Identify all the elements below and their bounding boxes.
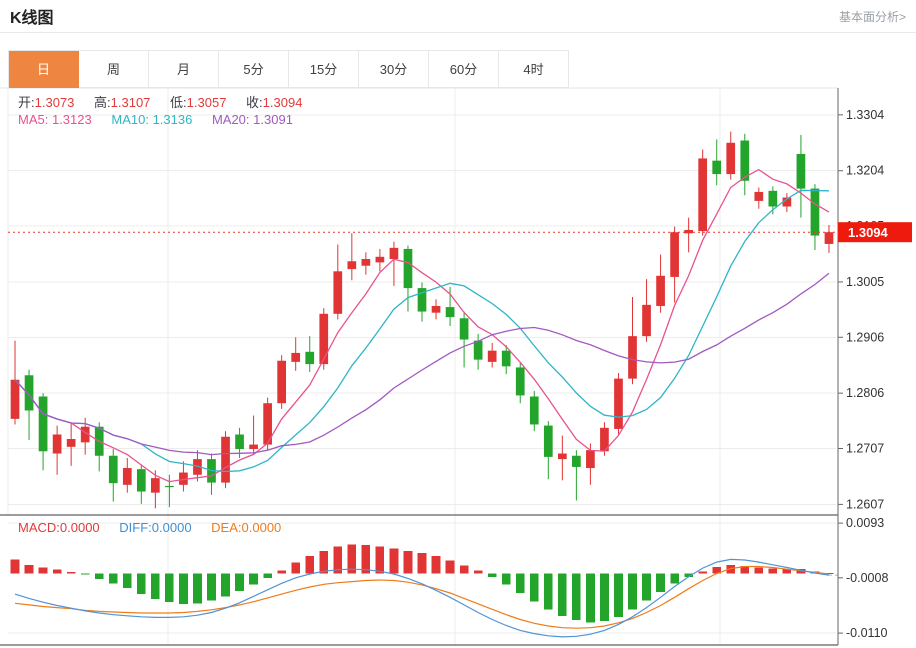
period-tab-3[interactable]: 5分: [219, 51, 289, 88]
period-tab-5[interactable]: 30分: [359, 51, 429, 88]
svg-text:1.2906: 1.2906: [846, 330, 884, 344]
svg-text:1.3204: 1.3204: [846, 164, 884, 178]
fundamental-analysis-link[interactable]: 基本面分析>: [839, 8, 906, 25]
period-tab-0[interactable]: 日: [9, 51, 79, 88]
macd-readout: MACD:0.0000 DIFF:0.0000 DEA:0.0000: [18, 520, 297, 535]
low-value: 1.3057: [187, 95, 227, 110]
svg-text:-0.0008: -0.0008: [846, 571, 888, 585]
period-tab-bar: 日周月5分15分30分60分4时: [8, 50, 569, 88]
current-price-badge-text: 1.3094: [848, 225, 889, 240]
ma10-value: 1.3136: [153, 112, 193, 127]
macd-label: MACD:: [18, 520, 60, 535]
period-tab-6[interactable]: 60分: [429, 51, 499, 88]
ma20-value: 1.3091: [253, 112, 293, 127]
close-label: 收:: [246, 95, 263, 110]
macd-value: 0.0000: [60, 520, 100, 535]
ma5-value: 1.3123: [52, 112, 92, 127]
svg-text:1.2607: 1.2607: [846, 497, 884, 511]
ma10-label: MA10:: [111, 112, 149, 127]
ma5-label: MA5:: [18, 112, 48, 127]
high-label: 高:: [94, 95, 111, 110]
svg-text:1.2707: 1.2707: [846, 441, 884, 455]
svg-text:1.2806: 1.2806: [846, 386, 884, 400]
ohlc-readout: 开:1.3073 高:1.3107 低:1.3057 收:1.3094: [18, 92, 318, 111]
close-value: 1.3094: [263, 95, 303, 110]
period-tab-7[interactable]: 4时: [499, 51, 569, 88]
open-value: 1.3073: [35, 95, 75, 110]
low-label: 低:: [170, 95, 187, 110]
period-tab-1[interactable]: 周: [79, 51, 149, 88]
kline-page: { "header": { "title": "K线图", "analysis_…: [0, 0, 916, 648]
dea-value: 0.0000: [242, 520, 282, 535]
period-tab-2[interactable]: 月: [149, 51, 219, 88]
open-label: 开:: [18, 95, 35, 110]
ma-readout: MA5: 1.3123 MA10: 1.3136 MA20: 1.3091: [18, 112, 309, 127]
period-tab-4[interactable]: 15分: [289, 51, 359, 88]
price-axis-labels: 1.33041.32041.31051.30051.29061.28061.27…: [838, 108, 888, 640]
svg-text:0.0093: 0.0093: [846, 516, 884, 530]
page-title: K线图: [10, 4, 54, 28]
high-value: 1.3107: [111, 95, 151, 110]
dea-label: DEA:: [211, 520, 241, 535]
candles-group: [11, 132, 834, 509]
diff-label: DIFF:: [119, 520, 152, 535]
diff-value: 0.0000: [152, 520, 192, 535]
svg-text:1.3005: 1.3005: [846, 275, 884, 289]
ma20-label: MA20:: [212, 112, 250, 127]
svg-text:-0.0110: -0.0110: [846, 626, 888, 640]
page-header: K线图 基本面分析>: [0, 0, 916, 33]
svg-text:1.3304: 1.3304: [846, 108, 884, 122]
